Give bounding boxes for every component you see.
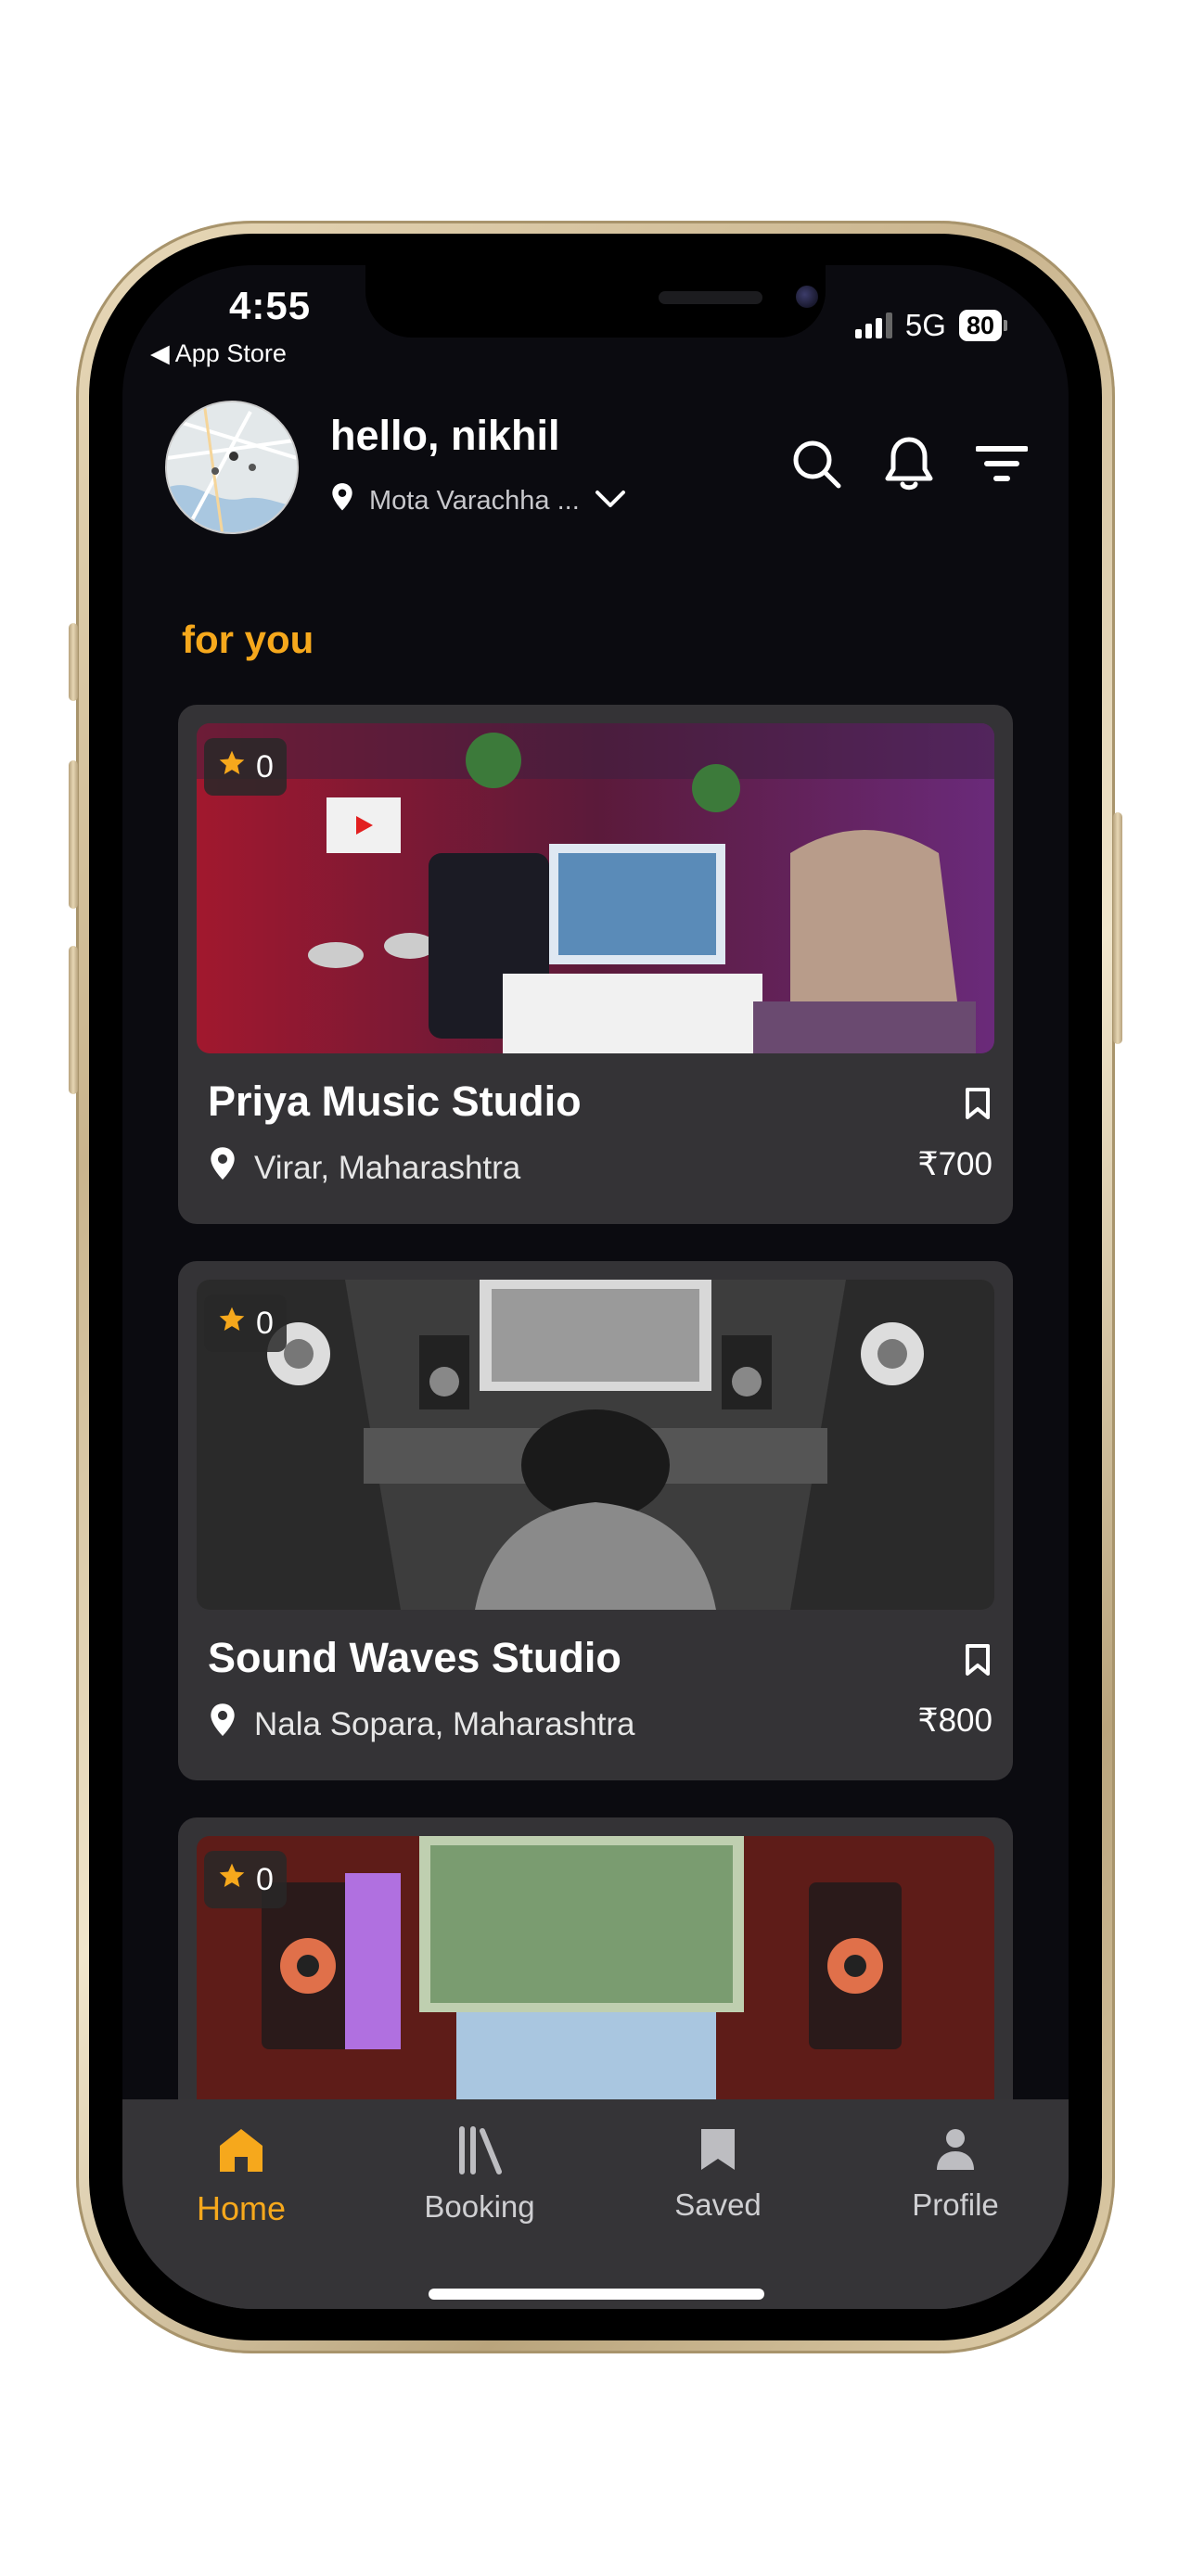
- studio-location: Nala Sopara, Maharashtra: [208, 1702, 635, 1746]
- studio-name: Priya Music Studio: [208, 1078, 582, 1125]
- battery-level: 80: [958, 310, 1002, 341]
- studio-price: ₹800: [917, 1702, 992, 1739]
- tab-booking[interactable]: Booking: [396, 2125, 563, 2225]
- tab-home-label: Home: [196, 2189, 287, 2227]
- studio-location-label: Virar, Maharashtra: [254, 1149, 521, 1186]
- location-pin-icon: [208, 1702, 237, 1746]
- studio-photo: 0: [197, 1280, 994, 1610]
- studio-photo: 0: [197, 723, 994, 1053]
- back-triangle-icon: ◀: [150, 339, 170, 367]
- studio-location: Virar, Maharashtra: [208, 1146, 520, 1190]
- home-header: hello, nikhil Mota Varachha ...: [165, 401, 1028, 540]
- tab-profile[interactable]: Profile: [872, 2125, 1039, 2223]
- bottom-tab-bar: Home Booking Saved Profile: [122, 2099, 1069, 2309]
- person-icon: [935, 2129, 976, 2177]
- rating-badge: 0: [204, 738, 287, 796]
- location-map-avatar[interactable]: [165, 401, 299, 534]
- tab-saved-label: Saved: [674, 2187, 762, 2222]
- phone-power-button: [1113, 812, 1122, 1044]
- back-app-label: App Store: [174, 339, 287, 367]
- studio-card[interactable]: 0 Sound Waves Studio Nala Sopara, Mahara…: [178, 1261, 1013, 1780]
- studio-location-label: Nala Sopara, Maharashtra: [254, 1705, 635, 1742]
- location-label: Mota Varachha ...: [369, 485, 580, 516]
- tab-profile-label: Profile: [912, 2187, 999, 2222]
- home-indicator[interactable]: [429, 2289, 764, 2300]
- section-title-for-you: for you: [182, 618, 314, 661]
- studio-price: ₹700: [917, 1146, 992, 1182]
- home-icon: [216, 2129, 266, 2179]
- phone-action-button: [69, 623, 78, 701]
- rating-value: 0: [256, 1861, 274, 1897]
- greeting-text: hello, nikhil: [330, 412, 560, 459]
- tab-home[interactable]: Home: [158, 2125, 325, 2228]
- star-icon: [217, 748, 247, 786]
- bookmark-icon: [698, 2129, 738, 2177]
- battery-icon: 80: [958, 310, 1007, 341]
- chevron-down-icon: [595, 486, 626, 516]
- status-time: 4:55: [229, 284, 312, 327]
- star-icon: [217, 1861, 247, 1899]
- search-icon[interactable]: [790, 438, 842, 490]
- app-screen: 4:55 ◀ App Store 5G 80 hello, nikhil Mot…: [122, 265, 1069, 2309]
- tab-booking-label: Booking: [424, 2189, 535, 2224]
- bell-icon[interactable]: [883, 437, 935, 491]
- studio-name: Sound Waves Studio: [208, 1634, 621, 1681]
- signal-icon: [854, 312, 892, 338]
- location-selector[interactable]: Mota Varachha ...: [330, 482, 626, 519]
- header-actions: [790, 437, 1028, 491]
- rating-badge: 0: [204, 1294, 287, 1352]
- star-icon: [217, 1305, 247, 1343]
- earpiece: [659, 291, 762, 304]
- rating-value: 0: [256, 1305, 274, 1341]
- tab-saved[interactable]: Saved: [634, 2125, 801, 2223]
- location-pin-icon: [330, 482, 354, 519]
- studio-card[interactable]: 0 Priya Music Studio Virar, Maharashtra …: [178, 705, 1013, 1224]
- bookmark-icon[interactable]: [965, 1087, 991, 1125]
- status-indicators: 5G 80: [854, 308, 1007, 343]
- library-icon: [455, 2126, 505, 2179]
- phone-volume-up-button: [69, 760, 78, 909]
- rating-value: 0: [256, 748, 274, 784]
- rating-badge: 0: [204, 1851, 287, 1908]
- phone-volume-down-button: [69, 946, 78, 1094]
- back-to-app-link[interactable]: ◀ App Store: [150, 339, 287, 368]
- location-pin-icon: [208, 1146, 237, 1190]
- network-type: 5G: [904, 308, 946, 342]
- front-camera: [796, 286, 818, 308]
- bookmark-icon[interactable]: [965, 1643, 991, 1681]
- filter-icon[interactable]: [976, 438, 1028, 490]
